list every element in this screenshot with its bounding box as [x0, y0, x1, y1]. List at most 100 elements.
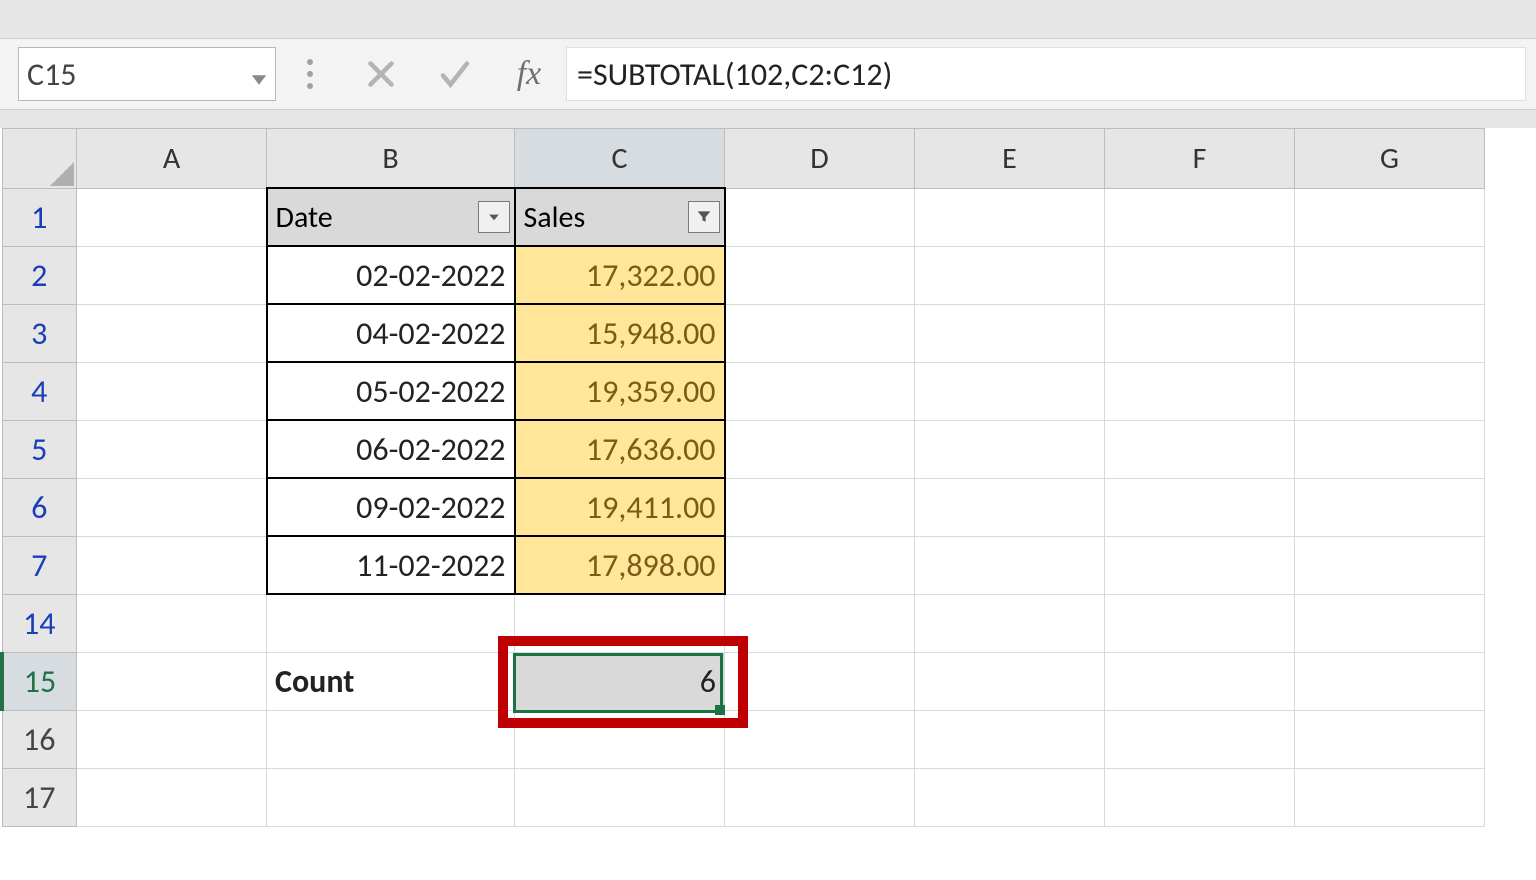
spreadsheet-grid[interactable]: A B C D E F G 1 Date Sales — [0, 128, 1536, 880]
cell-A17[interactable] — [77, 768, 267, 826]
formula-input[interactable]: =SUBTOTAL(102,C2:C12) — [566, 47, 1526, 101]
cell-D3[interactable] — [725, 304, 915, 362]
row-header-17[interactable]: 17 — [2, 768, 77, 826]
cell-C7[interactable]: 17,898.00 — [515, 536, 725, 594]
cell-F6[interactable] — [1105, 478, 1295, 536]
cell-B17[interactable] — [267, 768, 515, 826]
name-box-dropdown-icon[interactable] — [247, 62, 271, 86]
cell-G3[interactable] — [1295, 304, 1485, 362]
cell-A1[interactable] — [77, 188, 267, 246]
cell-A7[interactable] — [77, 536, 267, 594]
cell-F3[interactable] — [1105, 304, 1295, 362]
cell-E17[interactable] — [915, 768, 1105, 826]
cell-G2[interactable] — [1295, 246, 1485, 304]
row-header-7[interactable]: 7 — [2, 536, 77, 594]
cell-B6[interactable]: 09-02-2022 — [267, 478, 515, 536]
cell-A15[interactable] — [77, 652, 267, 710]
cell-D17[interactable] — [725, 768, 915, 826]
cell-G17[interactable] — [1295, 768, 1485, 826]
cell-B15[interactable]: Count — [267, 652, 515, 710]
cell-E14[interactable] — [915, 594, 1105, 652]
cell-F1[interactable] — [1105, 188, 1295, 246]
row-header-5[interactable]: 5 — [2, 420, 77, 478]
cell-C14[interactable] — [515, 594, 725, 652]
filter-button-sales[interactable] — [688, 201, 720, 233]
cell-E7[interactable] — [915, 536, 1105, 594]
cell-F17[interactable] — [1105, 768, 1295, 826]
cell-B4[interactable]: 05-02-2022 — [267, 362, 515, 420]
col-header-E[interactable]: E — [915, 129, 1105, 189]
cell-D16[interactable] — [725, 710, 915, 768]
cell-C4[interactable]: 19,359.00 — [515, 362, 725, 420]
cell-C6[interactable]: 19,411.00 — [515, 478, 725, 536]
cell-B1[interactable]: Date — [267, 188, 515, 246]
cell-D5[interactable] — [725, 420, 915, 478]
col-header-G[interactable]: G — [1295, 129, 1485, 189]
cell-D1[interactable] — [725, 188, 915, 246]
col-header-C[interactable]: C — [515, 129, 725, 189]
cell-G7[interactable] — [1295, 536, 1485, 594]
row-header-1[interactable]: 1 — [2, 188, 77, 246]
cell-F2[interactable] — [1105, 246, 1295, 304]
cell-G14[interactable] — [1295, 594, 1485, 652]
cell-G6[interactable] — [1295, 478, 1485, 536]
cell-A16[interactable] — [77, 710, 267, 768]
cell-E6[interactable] — [915, 478, 1105, 536]
cell-D14[interactable] — [725, 594, 915, 652]
col-header-D[interactable]: D — [725, 129, 915, 189]
cell-F16[interactable] — [1105, 710, 1295, 768]
cell-B14[interactable] — [267, 594, 515, 652]
cell-F5[interactable] — [1105, 420, 1295, 478]
name-box[interactable]: C15 — [18, 47, 276, 101]
cell-E4[interactable] — [915, 362, 1105, 420]
cell-A4[interactable] — [77, 362, 267, 420]
cell-B2[interactable]: 02-02-2022 — [267, 246, 515, 304]
cell-C17[interactable] — [515, 768, 725, 826]
cell-G5[interactable] — [1295, 420, 1485, 478]
cell-D6[interactable] — [725, 478, 915, 536]
cell-G15[interactable] — [1295, 652, 1485, 710]
cell-G1[interactable] — [1295, 188, 1485, 246]
cell-F15[interactable] — [1105, 652, 1295, 710]
row-header-4[interactable]: 4 — [2, 362, 77, 420]
cell-E16[interactable] — [915, 710, 1105, 768]
col-header-A[interactable]: A — [77, 129, 267, 189]
cell-F7[interactable] — [1105, 536, 1295, 594]
row-header-14[interactable]: 14 — [2, 594, 77, 652]
cell-B7[interactable]: 11-02-2022 — [267, 536, 515, 594]
cell-C3[interactable]: 15,948.00 — [515, 304, 725, 362]
cell-D7[interactable] — [725, 536, 915, 594]
cell-C16[interactable] — [515, 710, 725, 768]
row-header-6[interactable]: 6 — [2, 478, 77, 536]
insert-function-button[interactable]: fx — [492, 48, 566, 100]
cell-B5[interactable]: 06-02-2022 — [267, 420, 515, 478]
cell-A5[interactable] — [77, 420, 267, 478]
cell-D4[interactable] — [725, 362, 915, 420]
cell-E2[interactable] — [915, 246, 1105, 304]
cell-E1[interactable] — [915, 188, 1105, 246]
cell-G16[interactable] — [1295, 710, 1485, 768]
cell-E5[interactable] — [915, 420, 1105, 478]
row-header-2[interactable]: 2 — [2, 246, 77, 304]
cell-A2[interactable] — [77, 246, 267, 304]
filter-button-date[interactable] — [478, 201, 510, 233]
cell-G4[interactable] — [1295, 362, 1485, 420]
enter-button[interactable] — [418, 48, 492, 100]
col-header-B[interactable]: B — [267, 129, 515, 189]
cell-F14[interactable] — [1105, 594, 1295, 652]
cell-C1[interactable]: Sales — [515, 188, 725, 246]
cell-A14[interactable] — [77, 594, 267, 652]
row-header-16[interactable]: 16 — [2, 710, 77, 768]
cell-C5[interactable]: 17,636.00 — [515, 420, 725, 478]
cell-D2[interactable] — [725, 246, 915, 304]
cell-F4[interactable] — [1105, 362, 1295, 420]
row-header-3[interactable]: 3 — [2, 304, 77, 362]
cell-C2[interactable]: 17,322.00 — [515, 246, 725, 304]
cell-B16[interactable] — [267, 710, 515, 768]
cell-C15[interactable]: 6 — [515, 652, 725, 710]
cell-E15[interactable] — [915, 652, 1105, 710]
cancel-button[interactable] — [344, 48, 418, 100]
cell-D15[interactable] — [725, 652, 915, 710]
cell-A6[interactable] — [77, 478, 267, 536]
col-header-F[interactable]: F — [1105, 129, 1295, 189]
